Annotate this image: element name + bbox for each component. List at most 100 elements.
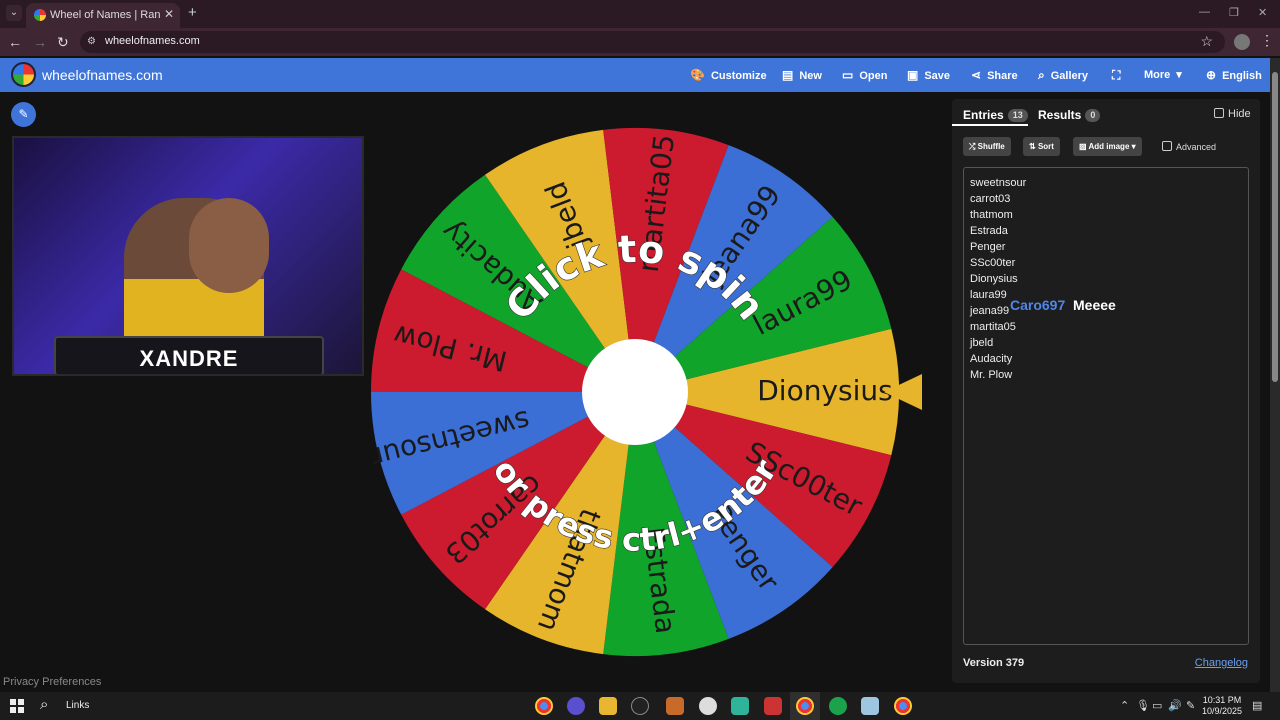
fullscreen-icon: ⛶: [1112, 68, 1121, 82]
hide-checkbox-box[interactable]: [1214, 108, 1224, 118]
tab-title: Wheel of Names | Random name: [50, 9, 160, 21]
save-button[interactable]: ▣ Save: [907, 68, 950, 82]
chrome-active-icon[interactable]: [796, 697, 814, 715]
shuffle-button[interactable]: ⤮ Shuffle: [963, 137, 1011, 156]
entries-textarea[interactable]: sweetnsour carrot03 thatmom Estrada Penger SS…: [963, 167, 1249, 645]
customize-button[interactable]: 🎨 Customize: [690, 68, 767, 82]
hide-checkbox[interactable]: Hide: [1214, 108, 1251, 120]
taskbar-search-icon[interactable]: ⌕: [40, 696, 48, 713]
spin-wheel[interactable]: Dionysius SSc00ter Penger Estrada thatmom car…: [369, 126, 901, 658]
taskbar-links-label[interactable]: Links: [66, 700, 89, 711]
folder-icon: ▭: [842, 68, 854, 82]
microphone-icon[interactable]: 🎙: [1136, 699, 1150, 712]
sort-button[interactable]: ⇅ Sort: [1023, 137, 1060, 156]
app-icon-3[interactable]: [666, 697, 684, 715]
taskbar-clock[interactable]: 10:31 PM 10/9/2025: [1200, 695, 1244, 717]
palette-icon: 🎨: [690, 68, 705, 82]
logo-text[interactable]: wheelofnames.com: [42, 67, 163, 83]
site-info-icon[interactable]: ⚙: [87, 36, 99, 48]
browser-tab[interactable]: Wheel of Names | Random name ✕: [26, 3, 180, 28]
minimize-icon[interactable]: —: [1199, 6, 1210, 18]
back-icon[interactable]: ←: [8, 34, 22, 50]
shuffle-icon: ⤮: [969, 142, 976, 151]
tab-results-label: Results: [1038, 108, 1082, 122]
advanced-checkbox[interactable]: Advanced: [1162, 141, 1216, 152]
windows-taskbar: ⌕ Links ⌃ 🎙 ▭ 🔊 ✎ 10:31 PM 10/9/2025 ▤: [0, 692, 1280, 720]
omnibox[interactable]: ⚙ wheelofnames.com ☆: [80, 31, 1225, 53]
app-icon-6[interactable]: [764, 697, 782, 715]
streamer-head: [189, 198, 269, 293]
language-button[interactable]: ⊕ English: [1206, 68, 1262, 82]
gallery-button[interactable]: ⌕ Gallery: [1038, 68, 1088, 83]
windows-start-icon[interactable]: [10, 699, 24, 713]
scrollbar-thumb[interactable]: [1272, 72, 1278, 382]
share-label: Share: [987, 70, 1018, 82]
page-scrollbar[interactable]: [1270, 58, 1280, 692]
file-explorer-icon[interactable]: [599, 697, 617, 715]
overlay-name-meeee: Meeee: [1073, 297, 1116, 313]
entry-line: SSc00ter: [970, 257, 1016, 269]
reload-icon[interactable]: ↻: [57, 34, 69, 51]
entry-line: Audacity: [970, 353, 1013, 365]
clock-time: 10:31 PM: [1202, 695, 1242, 705]
tab-search-button[interactable]: ⌄: [6, 5, 22, 21]
changelog-link[interactable]: Changelog: [1195, 657, 1248, 669]
save-icon: ▣: [907, 68, 919, 82]
advanced-checkbox-box[interactable]: [1162, 141, 1172, 151]
entry-line: thatmom: [970, 209, 1013, 221]
chrome-icon[interactable]: [535, 697, 553, 715]
entry-line: Penger: [970, 241, 1006, 253]
shuffle-label: Shuffle: [977, 142, 1005, 151]
app-icon-2[interactable]: [631, 697, 649, 715]
share-icon: ⋖: [971, 68, 982, 82]
privacy-preferences-link[interactable]: Privacy Preferences: [3, 676, 101, 688]
version-label: Version 379: [963, 657, 1025, 669]
entry-line: Dionysius: [970, 273, 1018, 285]
notifications-icon[interactable]: ▤: [1252, 699, 1262, 712]
entry-line: jbeld: [970, 337, 994, 349]
logo-icon[interactable]: [11, 62, 36, 87]
entries-panel: Entries 13 Results 0 Hide ⤮ Shuffle ⇅ Sort…: [952, 99, 1260, 683]
results-count-badge: 0: [1085, 109, 1101, 122]
pen-icon[interactable]: ✎: [1186, 699, 1195, 712]
app-icon-8[interactable]: [861, 697, 879, 715]
new-tab-button[interactable]: +: [188, 4, 197, 21]
close-tab-icon[interactable]: ✕: [164, 7, 174, 21]
tab-entries[interactable]: Entries 13: [963, 108, 1028, 122]
app-navbar: wheelofnames.com 🎨 Customize ▤ New ▭ Open ▣…: [0, 58, 1270, 92]
close-window-icon[interactable]: ✕: [1258, 6, 1267, 19]
fullscreen-button[interactable]: ⛶: [1112, 68, 1126, 83]
profile-avatar[interactable]: [1234, 34, 1250, 50]
tab-entries-label: Entries: [963, 108, 1004, 122]
app-icon-5[interactable]: [731, 697, 749, 715]
app-icon-1[interactable]: [567, 697, 585, 715]
wheel-segment-label: Dionysius: [757, 374, 893, 407]
volume-icon[interactable]: 🔊: [1168, 699, 1182, 712]
browser-menu-icon[interactable]: ⋮: [1260, 32, 1274, 49]
image-icon: ▨: [1079, 142, 1087, 151]
add-image-button[interactable]: ▨ Add image ▾: [1073, 137, 1142, 156]
restore-icon[interactable]: ❐: [1229, 6, 1239, 19]
more-button[interactable]: More ▾: [1144, 68, 1182, 81]
new-button[interactable]: ▤ New: [782, 68, 822, 82]
open-button[interactable]: ▭ Open: [842, 68, 887, 82]
entries-count-badge: 13: [1007, 109, 1028, 122]
network-icon[interactable]: ▭: [1152, 699, 1162, 712]
forward-icon[interactable]: →: [33, 34, 47, 50]
tab-results[interactable]: Results 0: [1038, 108, 1101, 122]
entry-line: sweetnsour: [970, 177, 1027, 189]
file-icon: ▤: [782, 68, 794, 82]
wheel-center[interactable]: [582, 339, 688, 445]
tray-chevron-icon[interactable]: ⌃: [1120, 699, 1129, 712]
gallery-label: Gallery: [1050, 70, 1089, 82]
share-button[interactable]: ⋖ Share: [971, 68, 1018, 82]
chrome-icon-2[interactable]: [894, 697, 912, 715]
globe-icon: ⊕: [1206, 68, 1217, 82]
bookmark-star-icon[interactable]: ☆: [1200, 33, 1213, 50]
pencil-icon: ✎: [18, 107, 29, 121]
app-icon-4[interactable]: [699, 697, 717, 715]
address-bar: ← → ↻ ⚙ wheelofnames.com ☆ ⋮: [0, 28, 1280, 56]
edit-wheel-button[interactable]: ✎: [11, 102, 36, 127]
entry-line: martita05: [970, 321, 1016, 333]
app-icon-7[interactable]: [829, 697, 847, 715]
